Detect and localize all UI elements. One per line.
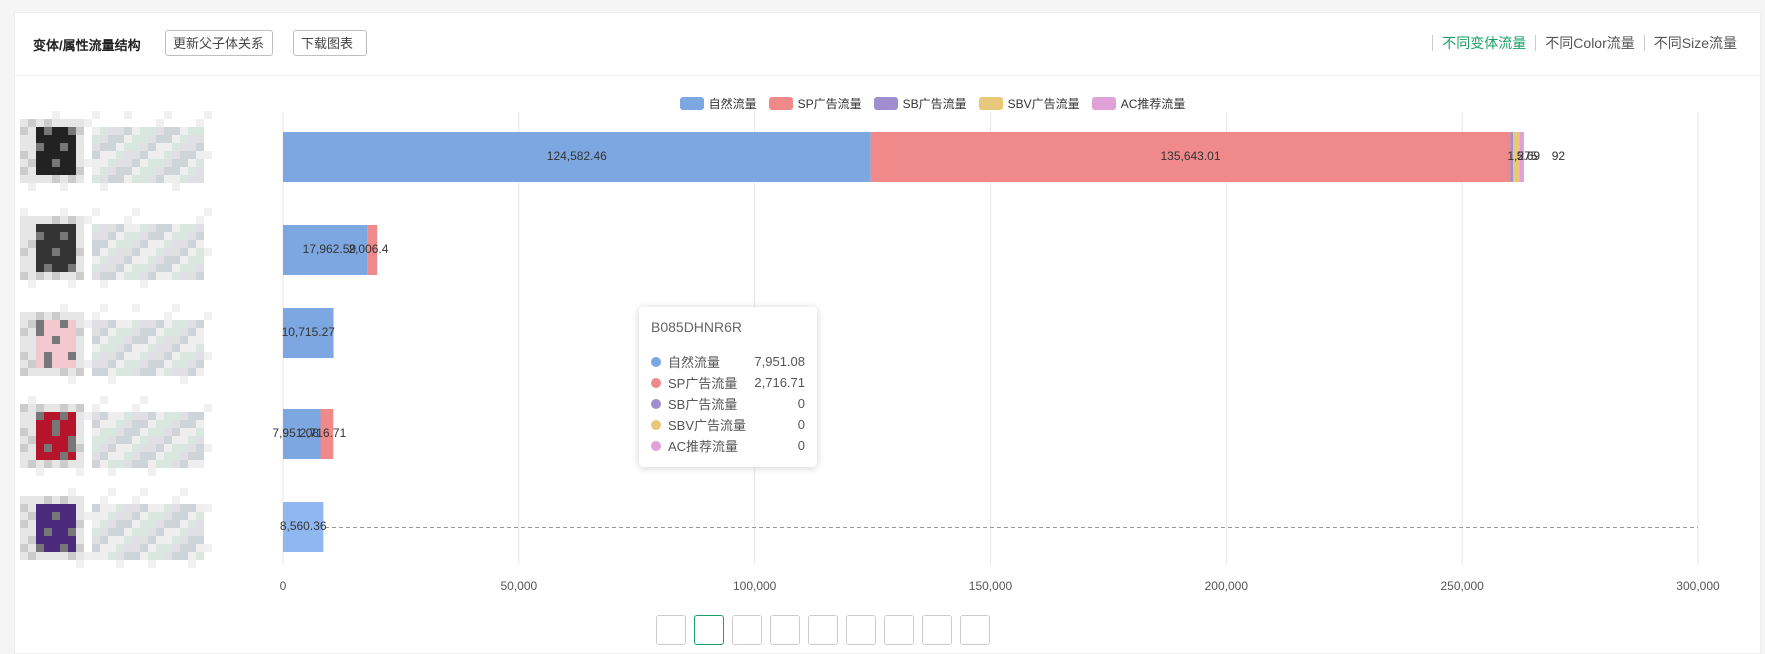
tooltip-series-value: 7,951.08 <box>754 354 805 369</box>
data-label: 10,715.27 <box>282 325 336 339</box>
tooltip-series-name: 自然流量 <box>668 355 721 370</box>
data-label: 2,716.71 <box>300 426 347 440</box>
x-tick-label: 200,000 <box>1205 579 1249 593</box>
tooltip-dot <box>651 440 661 451</box>
data-label: 124,582.46 <box>547 149 607 163</box>
tooltip-row: SP广告流量 2,716.71 <box>651 372 805 393</box>
data-label: 8,560.36 <box>280 519 327 533</box>
tooltip-title: B085DHNR6R <box>651 319 743 335</box>
data-label: 2,006.4 <box>348 242 388 256</box>
tooltip-dot <box>651 398 661 409</box>
tooltip-dot <box>651 377 661 388</box>
page-button[interactable] <box>846 615 876 645</box>
data-label: 92 <box>1552 149 1566 163</box>
tooltip-row: AC推荐流量 0 <box>651 435 805 456</box>
tooltip-series-name: SP广告流量 <box>668 376 738 391</box>
tooltip-dot <box>651 419 661 430</box>
page-button[interactable] <box>770 615 800 645</box>
x-tick-label: 150,000 <box>969 579 1013 593</box>
tooltip-series-value: 0 <box>797 438 805 453</box>
prev-page-button[interactable] <box>656 615 686 645</box>
data-label: 135,643.01 <box>1160 149 1220 163</box>
chart-tooltip: B085DHNR6R 自然流量 7,951.08 SP广告流量 2,716.71… <box>639 307 817 467</box>
page-button[interactable] <box>808 615 838 645</box>
page-button[interactable] <box>884 615 914 645</box>
x-tick-label: 50,000 <box>500 579 537 593</box>
pagination <box>656 615 990 645</box>
page-button[interactable] <box>732 615 762 645</box>
page-button[interactable] <box>922 615 952 645</box>
page-button[interactable] <box>694 615 724 645</box>
x-tick-label: 100,000 <box>733 579 777 593</box>
tooltip-series-value: 0 <box>797 396 805 411</box>
tooltip-row: SBV广告流量 0 <box>651 414 805 435</box>
tooltip-series-name: SBV广告流量 <box>668 418 747 433</box>
x-tick-label: 0 <box>280 579 287 593</box>
tooltip-row: SB广告流量 0 <box>651 393 805 414</box>
data-label: 5.69 <box>1517 149 1541 163</box>
tooltip-series-value: 0 <box>797 417 805 432</box>
tooltip-series-name: AC推荐流量 <box>668 439 739 454</box>
tooltip-row: 自然流量 7,951.08 <box>651 351 805 372</box>
tooltip-series-name: SB广告流量 <box>668 397 738 412</box>
x-tick-label: 300,000 <box>1676 579 1720 593</box>
x-tick-label: 250,000 <box>1440 579 1484 593</box>
tooltip-series-value: 2,716.71 <box>754 375 805 390</box>
tooltip-dot <box>651 356 661 367</box>
next-page-button[interactable] <box>960 615 990 645</box>
stacked-bar-chart: 0 50,000 100,000 150,000 200,000 250,000 300,0… <box>272 112 1720 593</box>
